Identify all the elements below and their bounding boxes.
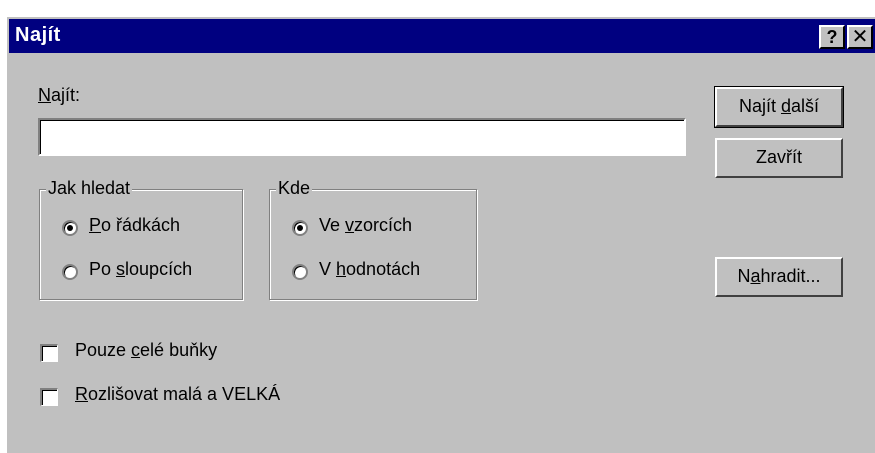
replace-button[interactable]: Nahradit... <box>715 257 843 297</box>
find-next-button[interactable]: Najít další <box>714 86 844 128</box>
checkbox-match-case-label[interactable]: Rozlišovat malá a VELKÁ <box>75 384 280 405</box>
checkbox-match-case[interactable] <box>40 388 58 406</box>
radio-in-formulas[interactable] <box>292 220 308 236</box>
radio-in-formulas-label[interactable]: Ve vzorcích <box>319 215 412 236</box>
radio-in-values-label[interactable]: V hodnotách <box>319 259 420 280</box>
radio-by-rows[interactable] <box>62 220 78 236</box>
find-label: Najít: <box>38 85 81 105</box>
close-button[interactable]: Zavřít <box>715 138 843 178</box>
search-direction-legend: Jak hledat <box>46 178 133 199</box>
checkbox-whole-cells[interactable] <box>40 344 58 362</box>
find-input[interactable] <box>38 118 686 156</box>
look-in-group: Kde <box>269 178 477 300</box>
search-direction-group: Jak hledat <box>39 178 243 300</box>
radio-by-columns-label[interactable]: Po sloupcích <box>89 259 192 280</box>
look-in-legend: Kde <box>276 178 313 199</box>
radio-by-rows-label[interactable]: Po řádkách <box>89 215 180 236</box>
title-bar[interactable]: Najít ? ✕ <box>9 19 875 53</box>
close-icon[interactable]: ✕ <box>847 25 873 49</box>
window-title: Najít <box>15 24 61 46</box>
radio-in-values[interactable] <box>292 264 308 280</box>
help-icon[interactable]: ? <box>819 25 845 49</box>
find-dialog: Najít ? ✕ Najít: Najít další Zavřít Nahr… <box>5 15 875 453</box>
checkbox-whole-cells-label[interactable]: Pouze celé buňky <box>75 340 217 361</box>
radio-by-columns[interactable] <box>62 264 78 280</box>
